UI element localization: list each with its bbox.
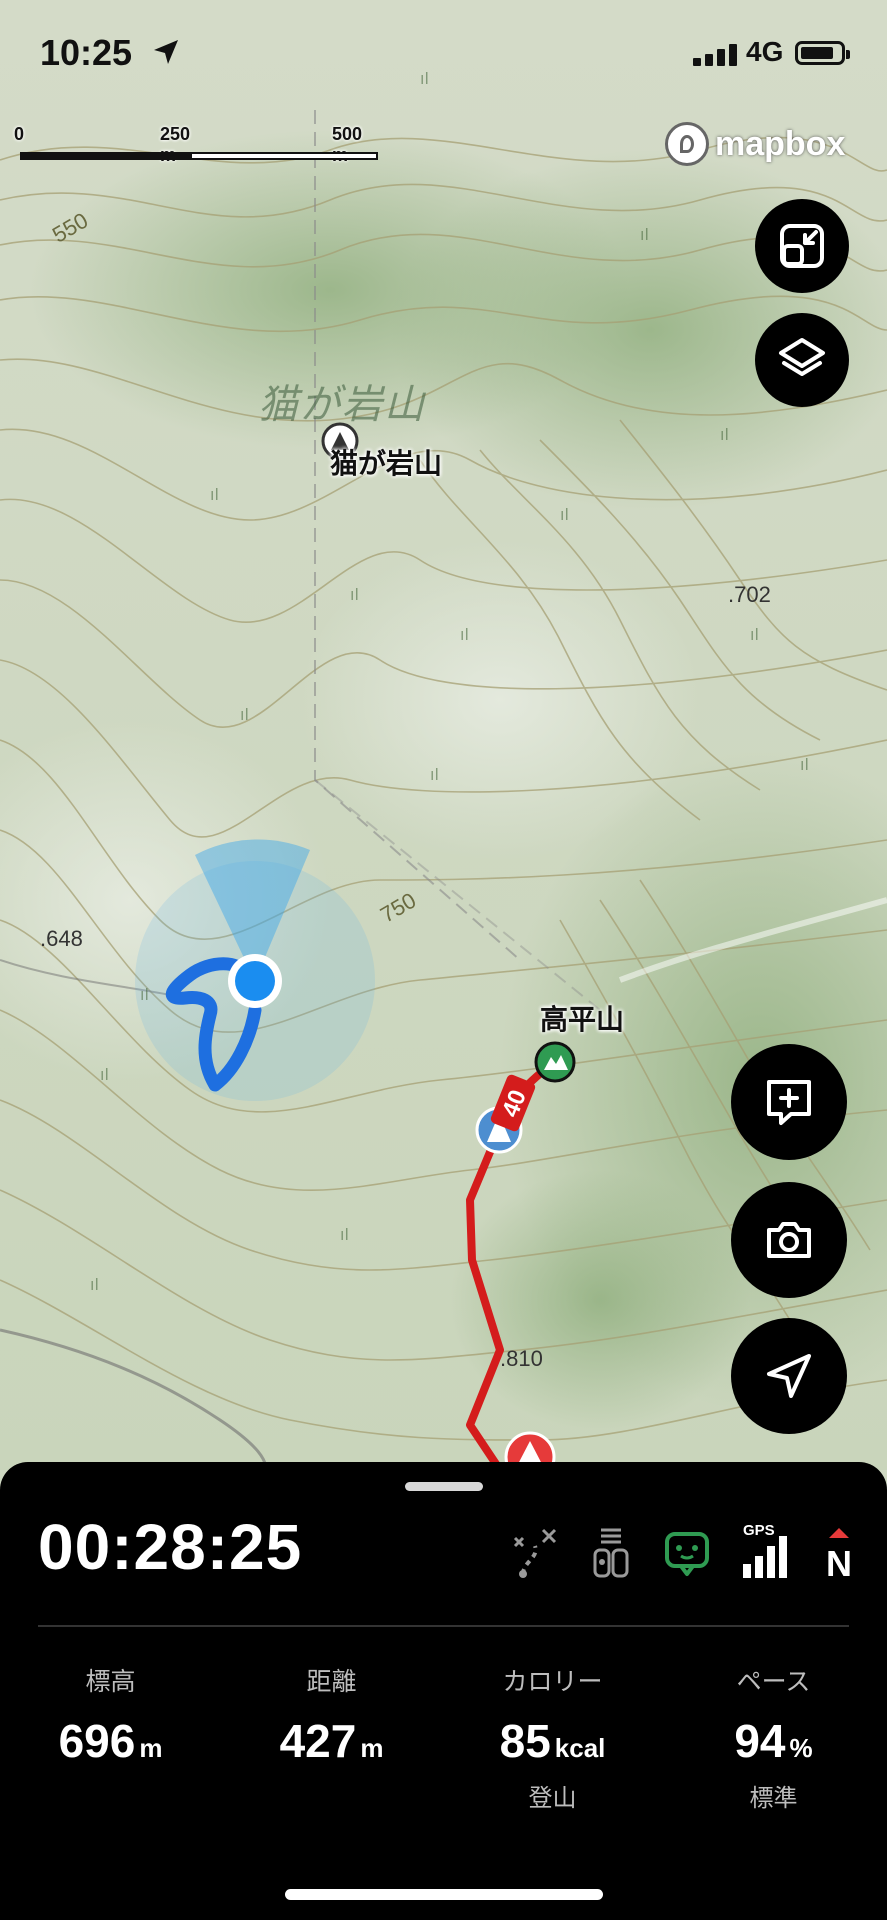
stat-label: 標高 <box>85 1668 136 1696</box>
mapbox-logo-icon <box>665 122 709 166</box>
clock: 10:25 <box>40 32 133 73</box>
svg-text:ıl: ıl <box>140 985 149 1004</box>
stat-value-row: 85 kcal <box>442 1714 663 1768</box>
scale-line <box>20 152 378 160</box>
stat-label: ペース <box>736 1668 811 1696</box>
cellular-signal-icon <box>693 44 737 66</box>
stat-calories[interactable]: カロリー 85 kcal 登山 <box>442 1662 663 1813</box>
gps-signal-icon: GPS <box>737 1522 789 1580</box>
bear-bell-icon[interactable] <box>661 1524 713 1580</box>
stat-value-row: 427 m <box>221 1714 442 1768</box>
svg-text:ıl: ıl <box>800 755 809 774</box>
add-note-button[interactable] <box>731 1044 847 1160</box>
battery-icon <box>795 41 850 65</box>
camera-icon <box>767 1222 811 1258</box>
svg-text:ıl: ıl <box>100 1065 109 1084</box>
gps-label: GPS <box>743 1522 775 1539</box>
stat-unit: kcal <box>554 1733 606 1763</box>
peak-label-takahirayama[interactable]: 高平山 <box>540 998 624 1038</box>
svg-text:ıl: ıl <box>210 485 219 504</box>
add-note-icon <box>767 1080 811 1125</box>
layers-icon <box>779 338 825 376</box>
compass-north-icon[interactable]: N <box>813 1524 865 1584</box>
resize-map-button[interactable] <box>755 199 849 293</box>
stat-value: 427 <box>279 1715 357 1767</box>
svg-text:ıl: ıl <box>640 225 649 244</box>
stat-label: カロリー <box>502 1668 603 1696</box>
panel-divider <box>38 1625 849 1627</box>
stat-label: 距離 <box>306 1668 357 1696</box>
peak-name-map-text: 猫が岩山 <box>258 383 426 427</box>
stat-value-row: 94% <box>663 1714 884 1768</box>
peak-label-nekogaiwayama[interactable]: 猫が岩山 <box>330 442 442 482</box>
svg-text:ıl: ıl <box>430 765 439 784</box>
navigation-arrow-icon <box>767 1354 811 1398</box>
stat-unit: m <box>360 1733 384 1763</box>
panel-drag-handle[interactable] <box>405 1482 483 1491</box>
compass-north-label: N <box>826 1543 852 1580</box>
status-icons-row: GPS N <box>509 1522 865 1584</box>
stat-altitude: 標高 696 m <box>0 1662 221 1813</box>
stat-unit: m <box>139 1733 163 1763</box>
location-services-icon <box>154 40 178 64</box>
stat-value: 94 <box>734 1715 786 1767</box>
svg-text:ıl: ıl <box>240 705 249 724</box>
tracking-icon[interactable] <box>585 1524 637 1580</box>
stat-unit: % <box>789 1733 813 1763</box>
stat-sub: 登山 <box>528 1785 577 1812</box>
svg-text:ıl: ıl <box>720 425 729 444</box>
navigate-button[interactable] <box>731 1318 847 1434</box>
stat-pace[interactable]: ペース 94% 標準 <box>663 1662 884 1813</box>
stats-row: 標高 696 m 距離 427 m カロリー 85 kcal 登山 ペース 94% 標… <box>0 1662 887 1813</box>
status-bar: 10:25 4G <box>0 0 887 110</box>
resize-icon <box>780 224 824 268</box>
camera-button[interactable] <box>731 1182 847 1298</box>
stat-value: 85 <box>499 1715 551 1767</box>
stat-distance: 距離 427 m <box>221 1662 442 1813</box>
map-layers-button[interactable] <box>755 313 849 407</box>
svg-text:ıl: ıl <box>460 625 469 644</box>
elevation-mark-648: .648 <box>40 926 83 951</box>
svg-text:ıl: ıl <box>560 505 569 524</box>
home-indicator[interactable] <box>285 1889 603 1900</box>
mapbox-text: mapbox <box>715 124 846 163</box>
route-off-icon[interactable] <box>509 1524 561 1580</box>
svg-text:ıl: ıl <box>90 1275 99 1294</box>
network-type: 4G <box>746 36 784 67</box>
elevation-mark-702: .702 <box>728 582 771 607</box>
elevation-mark-810: .810 <box>500 1346 543 1371</box>
mapbox-attribution[interactable]: mapbox <box>665 122 845 166</box>
stat-value-row: 696 m <box>0 1714 221 1768</box>
svg-text:ıl: ıl <box>340 1225 349 1244</box>
scale-label-0: 0 <box>14 124 25 144</box>
svg-text:ıl: ıl <box>750 625 759 644</box>
elapsed-timer: 00:28:25 <box>38 1511 303 1583</box>
stat-value: 696 <box>58 1715 136 1767</box>
stat-sub: 標準 <box>749 1785 798 1812</box>
svg-text:ıl: ıl <box>350 585 359 604</box>
activity-panel[interactable]: 00:28:25 GPS N 標高 696 m 距離 427 m カロリー 85… <box>0 1462 887 1920</box>
